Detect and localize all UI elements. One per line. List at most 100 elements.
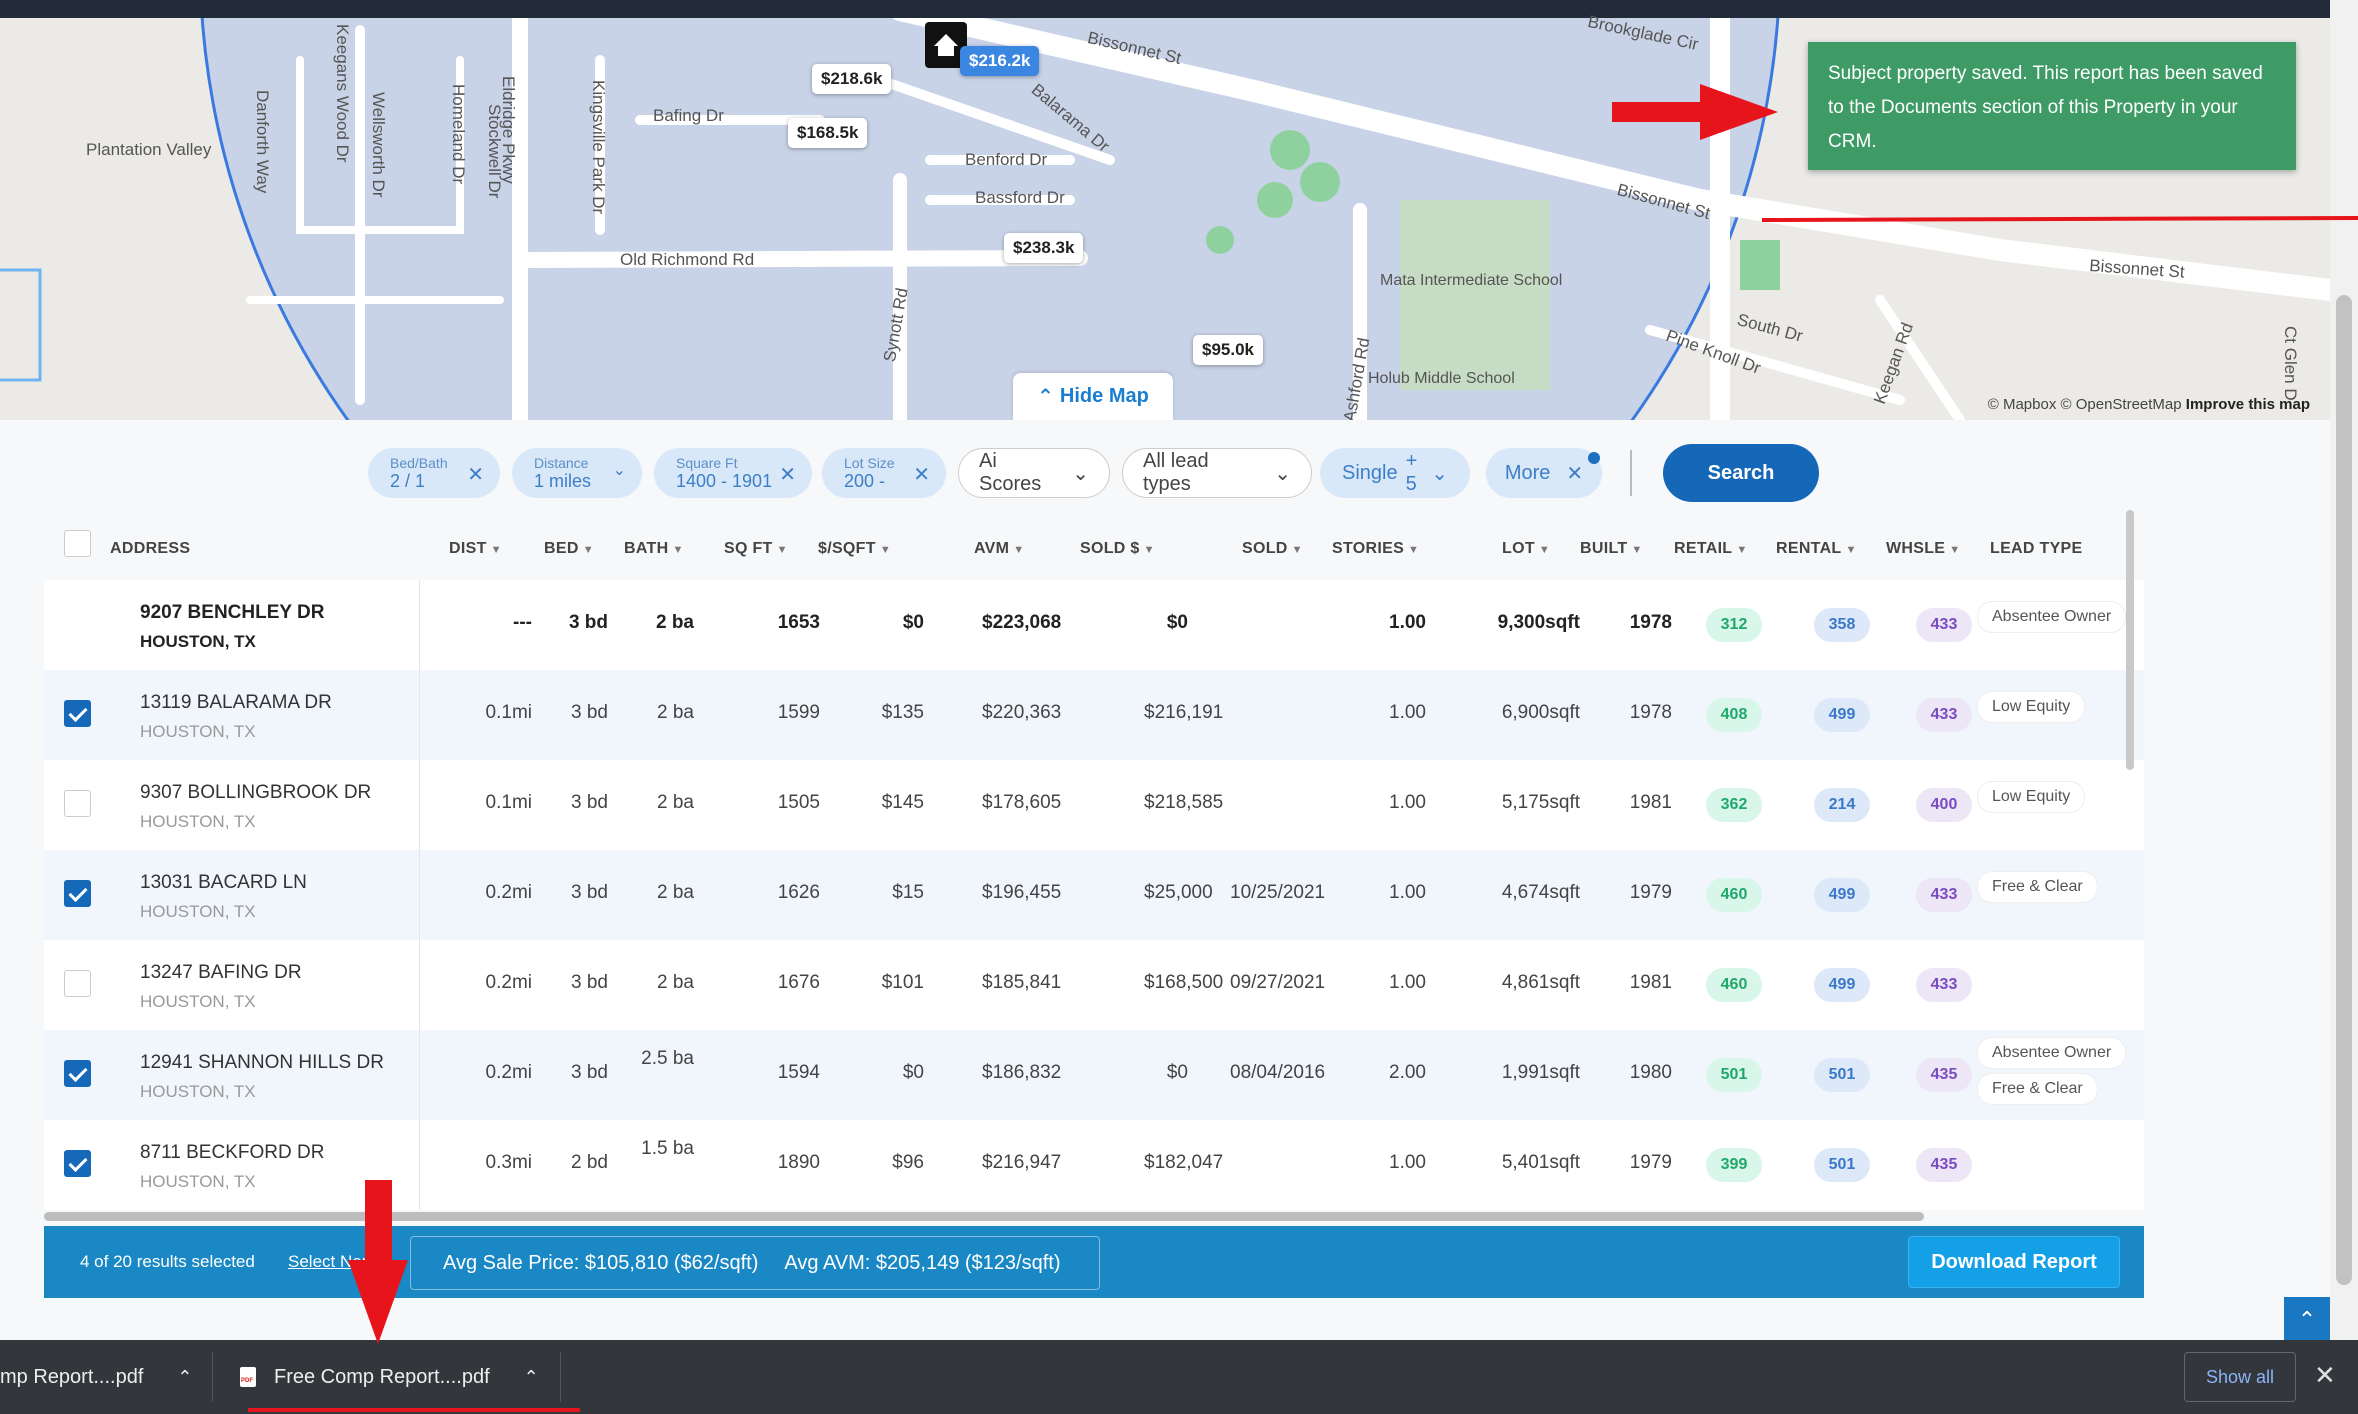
- score-whsle[interactable]: 433: [1916, 878, 1972, 912]
- table-row[interactable]: 13247 BAFING DR HOUSTON, TX 0.2mi 3 bd 2 ba 1…: [44, 940, 2144, 1030]
- close-icon[interactable]: ✕: [779, 462, 796, 487]
- avg-avm: Avg AVM: $205,149 ($123/sqft): [784, 1251, 1061, 1274]
- scrollbar-thumb[interactable]: [2336, 295, 2352, 1285]
- filter-chip-square-ft[interactable]: Square Ft 1400 - 1901 ✕: [654, 448, 812, 498]
- score-retail[interactable]: 408: [1706, 698, 1762, 732]
- price-pin[interactable]: $238.3k: [1004, 233, 1084, 263]
- score-retail[interactable]: 501: [1706, 1058, 1762, 1092]
- table-row[interactable]: 12941 SHANNON HILLS DR HOUSTON, TX 0.2mi 3 …: [44, 1030, 2144, 1120]
- row-checkbox[interactable]: [64, 790, 91, 817]
- address-street[interactable]: 13247 BAFING DR: [140, 962, 302, 984]
- score-whsle[interactable]: 435: [1916, 1058, 1972, 1092]
- filter-chip-lot-size[interactable]: Lot Size 200 - ✕: [822, 448, 946, 498]
- table-row[interactable]: 8711 BECKFORD DR HOUSTON, TX 0.3mi 2 bd 1.5 …: [44, 1120, 2144, 1210]
- column-header-stories[interactable]: STORIES ▼: [1332, 540, 1419, 558]
- table-row[interactable]: 13031 BACARD LN HOUSTON, TX 0.2mi 3 bd 2 ba 1…: [44, 850, 2144, 940]
- score-rental[interactable]: 499: [1814, 968, 1870, 1002]
- column-header-built[interactable]: BUILT ▼: [1580, 540, 1643, 558]
- score-whsle[interactable]: 435: [1916, 1148, 1972, 1182]
- address-street[interactable]: 13031 BACARD LN: [140, 872, 307, 894]
- chevron-up-icon[interactable]: ⌃: [177, 1367, 192, 1388]
- close-icon[interactable]: ✕: [2314, 1360, 2336, 1391]
- address-street[interactable]: 12941 SHANNON HILLS DR: [140, 1052, 384, 1074]
- search-button[interactable]: Search: [1663, 444, 1819, 502]
- price-pin[interactable]: $168.5k: [788, 118, 868, 148]
- filter-chip-bed-bath[interactable]: Bed/Bath 2 / 1 ✕: [368, 448, 500, 498]
- download-item[interactable]: Free Comp Report....pdf ⌃: [240, 1340, 560, 1414]
- property-type-dropdown[interactable]: Single + 5 ⌄: [1320, 448, 1470, 498]
- score-rental[interactable]: 501: [1814, 1058, 1870, 1092]
- column-header-lot[interactable]: LOT ▼: [1502, 540, 1550, 558]
- page-scrollbar[interactable]: [2330, 0, 2358, 1340]
- price-pin[interactable]: $216.2k: [960, 46, 1040, 76]
- subject-property-row[interactable]: 9207 BENCHLEY DR HOUSTON, TX --- 3 bd 2 ba 16…: [44, 580, 2144, 670]
- score-retail[interactable]: 460: [1706, 878, 1762, 912]
- column-header-lead-type[interactable]: LEAD TYPE: [1990, 540, 2083, 558]
- column-header-address[interactable]: ADDRESS: [110, 540, 190, 558]
- column-header-sold-price[interactable]: SOLD $ ▼: [1080, 540, 1155, 558]
- score-whsle[interactable]: 433: [1916, 968, 1972, 1002]
- row-checkbox[interactable]: [64, 1060, 91, 1087]
- select-all-checkbox[interactable]: [64, 530, 91, 557]
- column-header-rental[interactable]: RENTAL ▼: [1776, 540, 1857, 558]
- more-filters-chip[interactable]: More ✕: [1486, 448, 1602, 498]
- score-whsle[interactable]: 433: [1916, 698, 1972, 732]
- price-pin[interactable]: $218.6k: [812, 64, 892, 94]
- score-whsle[interactable]: 400: [1916, 788, 1972, 822]
- score-whsle[interactable]: 433: [1916, 608, 1972, 642]
- cell-bed: 3 bd: [571, 972, 608, 993]
- scroll-to-top-button[interactable]: ⌃: [2284, 1297, 2330, 1343]
- table-horizontal-scrollbar[interactable]: [44, 1212, 1924, 1221]
- address-street[interactable]: 9307 BOLLINGBROOK DR: [140, 782, 371, 804]
- download-report-button[interactable]: Download Report: [1908, 1236, 2120, 1288]
- column-header-sold[interactable]: SOLD ▼: [1242, 540, 1303, 558]
- row-checkbox[interactable]: [64, 880, 91, 907]
- cell-sqft: 1599: [777, 702, 820, 723]
- ai-scores-dropdown[interactable]: Ai Scores ⌄: [958, 448, 1110, 498]
- column-header-dist[interactable]: DIST ▼: [449, 540, 502, 558]
- row-checkbox[interactable]: [64, 970, 91, 997]
- column-header-bath[interactable]: BATH ▼: [624, 540, 684, 558]
- column-header-per-sqft[interactable]: $/SQFT ▼: [818, 540, 891, 558]
- improve-map-link[interactable]: Improve this map: [2186, 396, 2310, 413]
- column-header-retail[interactable]: RETAIL ▼: [1674, 540, 1748, 558]
- price-pin[interactable]: $95.0k: [1193, 335, 1263, 365]
- download-item[interactable]: mp Report....pdf ⌃: [0, 1340, 200, 1414]
- score-rental[interactable]: 501: [1814, 1148, 1870, 1182]
- chevron-up-icon[interactable]: ⌃: [524, 1367, 539, 1388]
- close-icon[interactable]: ✕: [1566, 461, 1583, 486]
- score-retail[interactable]: 460: [1706, 968, 1762, 1002]
- row-checkbox[interactable]: [64, 1150, 91, 1177]
- score-rental[interactable]: 499: [1814, 878, 1870, 912]
- close-icon[interactable]: ✕: [467, 462, 484, 487]
- score-rental[interactable]: 358: [1814, 608, 1870, 642]
- table-vertical-scrollbar[interactable]: [2126, 510, 2134, 770]
- close-icon[interactable]: ✕: [913, 462, 930, 487]
- address-city: HOUSTON, TX: [140, 992, 256, 1011]
- map[interactable]: Bissonnet St Bissonnet St Bissonnet St B…: [0, 0, 2330, 420]
- row-checkbox[interactable]: [64, 700, 91, 727]
- more-label: More: [1504, 461, 1551, 484]
- show-all-downloads-button[interactable]: Show all: [2184, 1352, 2296, 1402]
- chip-label: Lot Size: [844, 454, 895, 471]
- hide-map-button[interactable]: ⌃ Hide Map: [1013, 373, 1173, 420]
- select-none-link[interactable]: Select None: [288, 1252, 374, 1272]
- table-row[interactable]: 9307 BOLLINGBROOK DR HOUSTON, TX 0.1mi 3 bd…: [44, 760, 2144, 850]
- column-header-whsle[interactable]: WHSLE ▼: [1886, 540, 1960, 558]
- column-header-bed[interactable]: BED ▼: [544, 540, 594, 558]
- score-rental[interactable]: 499: [1814, 698, 1870, 732]
- score-retail[interactable]: 312: [1706, 608, 1762, 642]
- cell-avm: $223,068: [982, 612, 1062, 633]
- column-header-avm[interactable]: AVM ▼: [974, 540, 1024, 558]
- address-street[interactable]: 13119 BALARAMA DR: [140, 692, 332, 714]
- chevron-down-icon: ⌄: [1431, 462, 1448, 485]
- lead-types-dropdown[interactable]: All lead types ⌄: [1122, 448, 1312, 498]
- address-street[interactable]: 8711 BECKFORD DR: [140, 1142, 324, 1164]
- address-street[interactable]: 9207 BENCHLEY DR: [140, 602, 324, 624]
- table-row[interactable]: 13119 BALARAMA DR HOUSTON, TX 0.1mi 3 bd 2 b…: [44, 670, 2144, 760]
- column-header-sqft[interactable]: SQ FT ▼: [724, 540, 788, 558]
- filter-chip-distance[interactable]: Distance 1 miles ⌄: [512, 448, 642, 498]
- score-rental[interactable]: 214: [1814, 788, 1870, 822]
- score-retail[interactable]: 362: [1706, 788, 1762, 822]
- score-retail[interactable]: 399: [1706, 1148, 1762, 1182]
